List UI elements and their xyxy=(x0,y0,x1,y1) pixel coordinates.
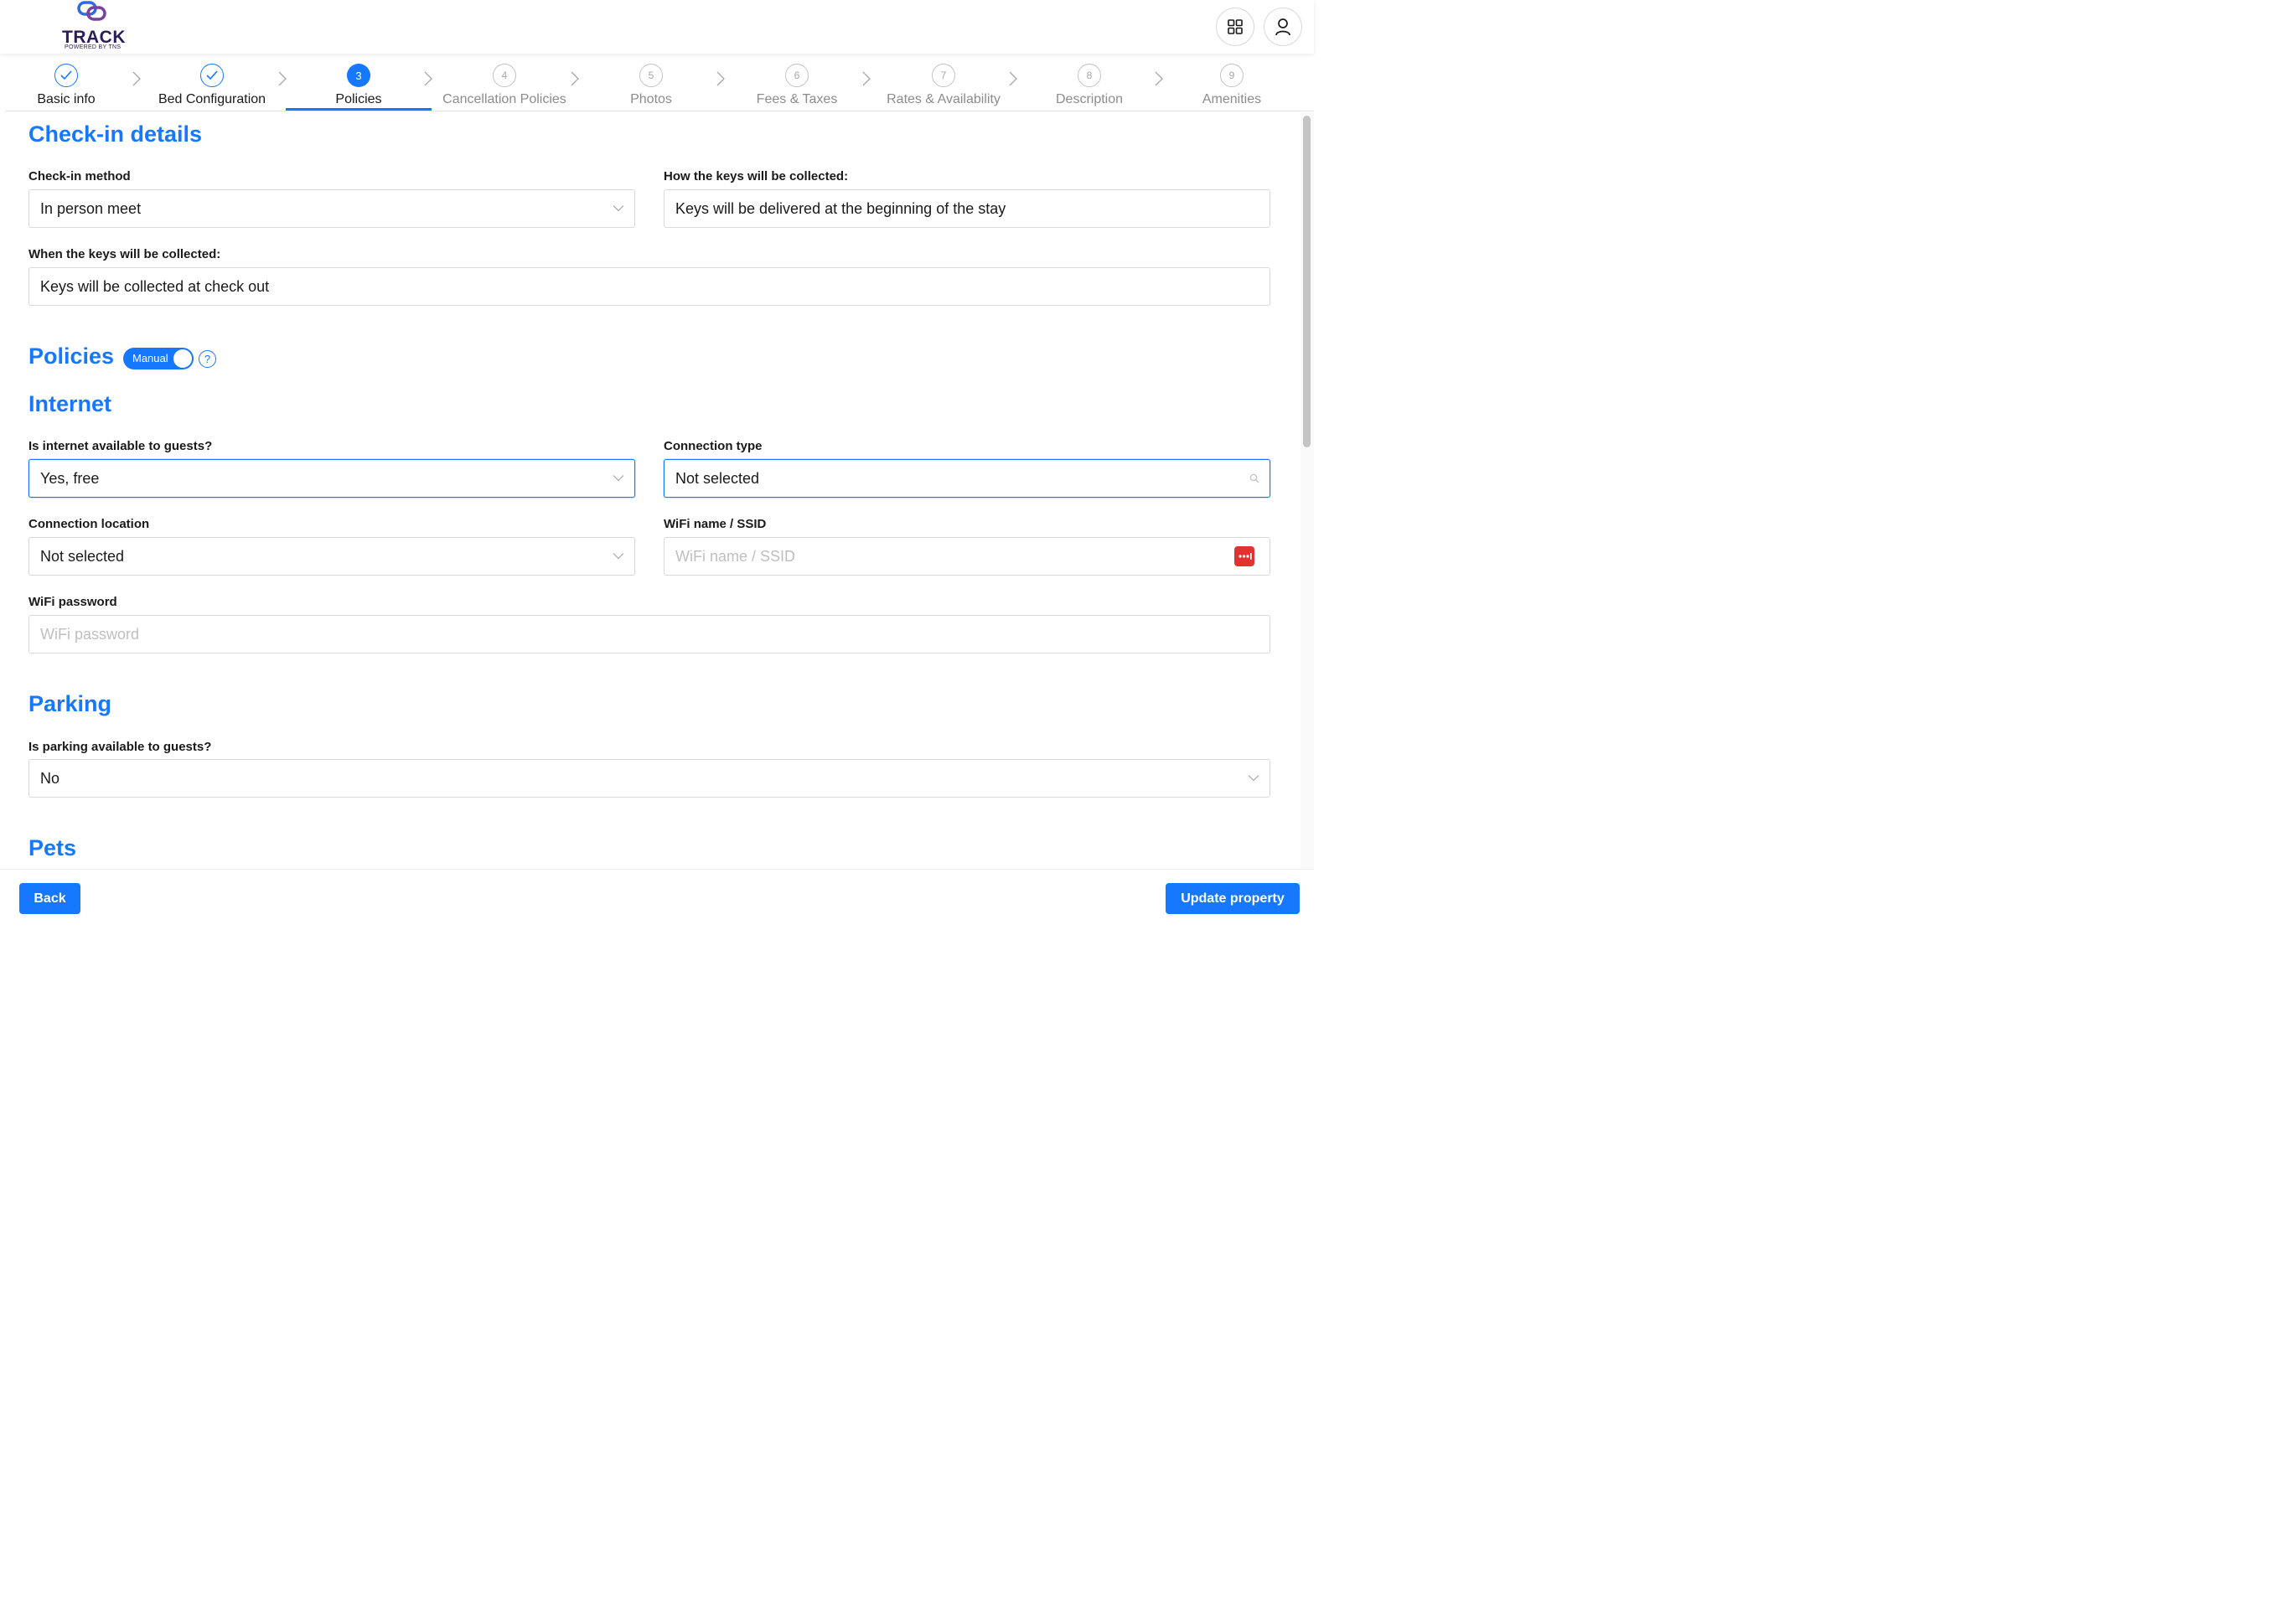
step-policies[interactable]: 3 Policies xyxy=(286,64,432,107)
search-icon xyxy=(1249,473,1259,483)
wifi-name-label: WiFi name / SSID xyxy=(664,517,767,531)
user-menu-button[interactable] xyxy=(1264,8,1302,46)
step-label: Basic info xyxy=(37,92,96,106)
apps-grid-icon xyxy=(1228,19,1243,34)
keys-when-label: When the keys will be collected: xyxy=(28,247,221,261)
wifi-name-placeholder: WiFi name / SSID xyxy=(675,547,796,565)
step-number: 9 xyxy=(1220,64,1244,87)
checkin-method-label: Check-in method xyxy=(28,169,131,183)
wifi-password-placeholder: WiFi password xyxy=(40,625,140,643)
track-logo[interactable]: TRACK POWERED BY TNS xyxy=(59,0,129,54)
step-fees-taxes[interactable]: 6 Fees & Taxes xyxy=(724,64,870,107)
chevron-down-icon xyxy=(613,475,624,483)
logo-mark-icon xyxy=(77,1,106,21)
step-basic-info[interactable]: Basic info xyxy=(0,64,139,107)
step-amenities[interactable]: 9 Amenities xyxy=(1159,64,1305,107)
policies-section-title: Policies xyxy=(28,344,115,369)
active-step-indicator xyxy=(286,108,432,111)
parking-available-value: No xyxy=(40,769,60,787)
apps-button[interactable] xyxy=(1216,8,1254,46)
help-icon[interactable]: ? xyxy=(199,350,216,368)
step-rates-availability[interactable]: 7 Rates & Availability xyxy=(871,64,1016,107)
step-number: 7 xyxy=(932,64,955,87)
update-property-button[interactable]: Update property xyxy=(1166,883,1300,914)
connection-location-value: Not selected xyxy=(40,547,125,565)
wifi-password-label: WiFi password xyxy=(28,595,117,609)
step-bed-configuration[interactable]: Bed Configuration xyxy=(139,64,285,107)
footer-bar xyxy=(0,869,1314,925)
checkin-section-title: Check-in details xyxy=(28,121,203,147)
keys-when-value: Keys will be collected at check out xyxy=(40,277,270,295)
step-check-icon xyxy=(200,64,224,87)
step-label: Policies xyxy=(335,92,382,106)
parking-available-select[interactable]: No xyxy=(28,759,1270,798)
step-number: 5 xyxy=(639,64,663,87)
step-label: Photos xyxy=(630,92,672,106)
wifi-password-input[interactable]: WiFi password xyxy=(28,615,1270,653)
top-header: TRACK POWERED BY TNS xyxy=(0,0,1314,54)
chevron-down-icon xyxy=(1248,775,1259,783)
user-icon xyxy=(1275,18,1290,36)
parking-available-label: Is parking available to guests? xyxy=(28,740,212,754)
wifi-name-input[interactable]: WiFi name / SSID xyxy=(664,537,1270,576)
pets-section-title: Pets xyxy=(28,835,77,860)
password-manager-icon[interactable] xyxy=(1234,546,1254,566)
connection-location-label: Connection location xyxy=(28,517,150,531)
back-button[interactable]: Back xyxy=(19,883,80,914)
step-description[interactable]: 8 Description xyxy=(1016,64,1162,107)
connection-type-label: Connection type xyxy=(664,439,763,453)
connection-location-select[interactable]: Not selected xyxy=(28,537,635,576)
internet-available-label: Is internet available to guests? xyxy=(28,439,213,453)
keys-when-field[interactable]: Keys will be collected at check out xyxy=(28,267,1270,306)
step-photos[interactable]: 5 Photos xyxy=(578,64,724,107)
step-number: 4 xyxy=(493,64,516,87)
chevron-down-icon xyxy=(613,205,624,213)
step-label: Fees & Taxes xyxy=(756,92,838,106)
connection-type-select[interactable]: Not selected xyxy=(664,459,1270,498)
step-label: Amenities xyxy=(1202,92,1262,106)
step-label: Bed Configuration xyxy=(158,92,266,106)
step-number: 6 xyxy=(785,64,809,87)
step-number: 8 xyxy=(1078,64,1101,87)
step-check-icon xyxy=(54,64,78,87)
keys-how-field[interactable]: Keys will be delivered at the beginning … xyxy=(664,189,1270,228)
logo-subtext: POWERED BY TNS xyxy=(65,44,122,50)
internet-available-select[interactable]: Yes, free xyxy=(28,459,635,498)
checkin-method-value: In person meet xyxy=(40,199,142,217)
step-cancellation-policies[interactable]: 4 Cancellation Policies xyxy=(432,64,577,107)
policies-mode-toggle[interactable]: Manual xyxy=(123,348,194,369)
step-label: Description xyxy=(1055,92,1124,106)
internet-section-title: Internet xyxy=(28,391,112,416)
chevron-down-icon xyxy=(613,553,624,560)
parking-section-title: Parking xyxy=(28,691,112,716)
step-label: Rates & Availability xyxy=(887,92,1001,106)
keys-how-value: Keys will be delivered at the beginning … xyxy=(675,199,1006,217)
checkin-method-select[interactable]: In person meet xyxy=(28,189,635,228)
toggle-label: Manual xyxy=(132,352,168,364)
connection-type-value: Not selected xyxy=(675,469,760,487)
keys-how-label: How the keys will be collected: xyxy=(664,169,849,183)
step-number: 3 xyxy=(347,64,370,87)
step-label: Cancellation Policies xyxy=(442,92,566,106)
scrollbar-thumb[interactable] xyxy=(1303,116,1311,447)
internet-available-value: Yes, free xyxy=(40,469,100,487)
toggle-knob xyxy=(173,349,192,368)
